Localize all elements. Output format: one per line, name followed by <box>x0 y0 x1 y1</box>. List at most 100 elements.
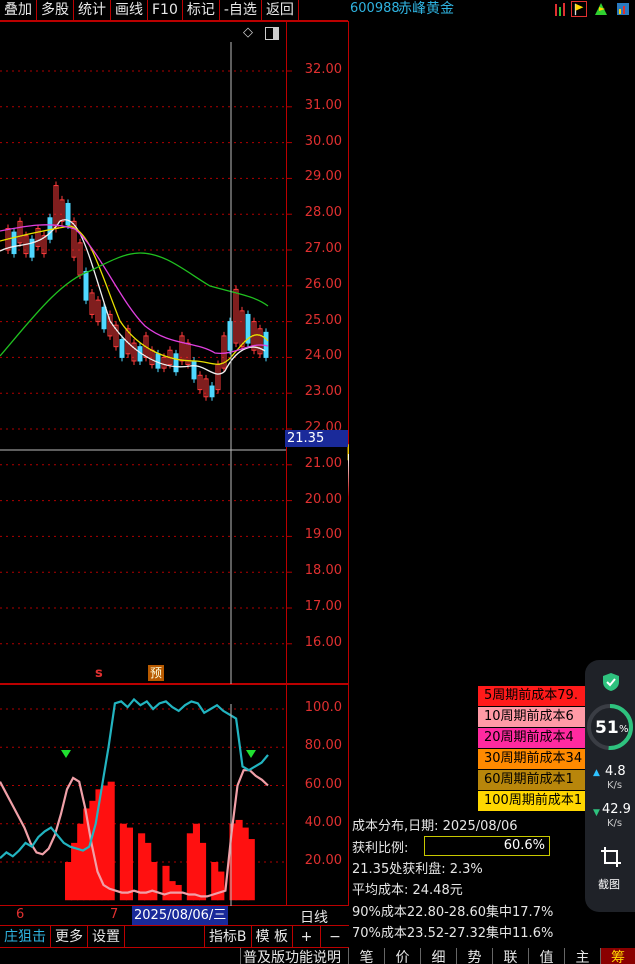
tab-bi[interactable]: 笔 <box>348 948 384 964</box>
price-tick-label: 28.00 <box>304 205 342 221</box>
candle-body <box>83 270 89 301</box>
indicator-bar <box>199 842 207 901</box>
candle-body <box>191 360 197 380</box>
indicator-bar <box>125 827 133 901</box>
tab-zhu[interactable]: 主 <box>564 948 600 964</box>
toolbar-remove-watchlist-button[interactable]: -自选 <box>220 0 262 21</box>
cyan-line <box>0 697 269 860</box>
indicator-bar <box>217 871 225 901</box>
upload-unit: K/s <box>607 780 623 791</box>
template-button[interactable]: 模 板 <box>252 926 293 948</box>
indicator-bar <box>71 842 79 901</box>
settings-button[interactable]: 设置 <box>88 926 125 948</box>
zoom-out-button[interactable]: − <box>321 926 349 948</box>
tab-shi[interactable]: 势 <box>456 948 492 964</box>
cursor-date-tag: 2025/08/06/三 <box>132 906 229 925</box>
chart-book-icon[interactable] <box>615 1 631 17</box>
price-tick-label: 16.00 <box>304 634 342 650</box>
legend-60: 60周期前成本1 <box>478 770 588 790</box>
tab-bar: 普及版功能说明 笔 价 细 势 联 值 主 筹 <box>0 948 635 964</box>
toolbar-draw-button[interactable]: 画线 <box>111 0 148 21</box>
toolbar-stats-button[interactable]: 统计 <box>74 0 111 21</box>
tab-zhi[interactable]: 值 <box>528 948 564 964</box>
signal-yu: 预 <box>148 665 164 681</box>
stock-name[interactable]: 赤峰黄金 <box>398 0 454 20</box>
tab-xi[interactable]: 细 <box>420 948 456 964</box>
period-daily-button[interactable]: 日线 <box>300 907 328 927</box>
indicator-b-button[interactable]: 指标B <box>203 926 252 948</box>
down-triangle <box>61 750 71 758</box>
legend-100: 100周期前成本1 <box>478 791 588 811</box>
download-unit: K/s <box>607 818 623 829</box>
upload-speed: 4.8 <box>605 764 626 779</box>
pink-line <box>0 769 269 898</box>
down-triangle <box>246 750 256 758</box>
candle-body <box>101 306 107 330</box>
indicator-bar <box>150 862 158 901</box>
price-tick-label: 29.00 <box>304 169 342 185</box>
download-arrow-icon: ▼ <box>593 808 600 818</box>
candle-body <box>47 217 53 240</box>
profit-ratio-bar: 60.6% <box>424 836 550 856</box>
signal-s: s <box>95 666 103 681</box>
diamond-icon[interactable]: ◇ <box>243 25 253 40</box>
indicator-bar <box>119 823 127 901</box>
price-tick-label: 20.00 <box>304 491 342 507</box>
indicator-bar <box>186 833 194 901</box>
tab-jia[interactable]: 价 <box>384 948 420 964</box>
legend-5: 5周期前成本79. <box>478 686 588 706</box>
price-tick-label: 30.00 <box>304 133 342 149</box>
toolbar-overlay-button[interactable]: 叠加 <box>0 0 37 21</box>
time-label-7: 7 <box>110 907 119 922</box>
price-tick-label: 27.00 <box>304 241 342 256</box>
cost-90: 90%成本22.80-28.60集中17.7% <box>352 905 554 920</box>
zhuang-sniper-button[interactable]: 庄狙击 <box>0 926 51 948</box>
toolbar-back-button[interactable]: 返回 <box>262 0 299 21</box>
screenshot-label[interactable]: 截图 <box>598 876 620 892</box>
indicator-tick-label: 100.0 <box>304 700 342 715</box>
cost-70: 70%成本23.52-27.32集中11.6% <box>352 926 554 941</box>
more-button[interactable]: 更多 <box>51 926 88 948</box>
indicator-bar <box>138 833 146 901</box>
price-tick-label: 31.00 <box>304 97 342 113</box>
indicator-bar <box>168 881 176 901</box>
legend-30: 30周期前成本34 <box>478 749 588 769</box>
toolbar-f10-button[interactable]: F10 <box>148 0 183 21</box>
indicator-tick-label: 40.00 <box>304 814 342 830</box>
tab-chou[interactable]: 筹 <box>600 948 635 964</box>
legend-10: 10周期前成本6 <box>478 707 588 727</box>
shield-check-icon[interactable] <box>602 672 620 692</box>
download-speed: 42.9 <box>602 802 631 817</box>
indicator-bar <box>77 823 85 901</box>
top-toolbar: 叠加 多股 统计 画线 F10 标记 -自选 返回 <box>0 0 348 21</box>
toolbar-mark-button[interactable]: 标记 <box>183 0 220 21</box>
signal-bars-icon[interactable] <box>553 1 569 17</box>
arrow-icon[interactable] <box>593 1 609 17</box>
panel-toggle-icon[interactable] <box>265 27 279 40</box>
crop-icon[interactable] <box>600 846 622 868</box>
stock-code: 600988 <box>350 1 400 16</box>
price-tick-label: 18.00 <box>304 563 342 579</box>
flag-icon[interactable] <box>571 1 587 17</box>
tab-lian[interactable]: 联 <box>492 948 528 964</box>
upload-arrow-icon: ▲ <box>593 768 600 778</box>
percent-value: 51 <box>595 718 619 738</box>
price-tick-label: 26.00 <box>304 276 342 292</box>
candle-body <box>11 231 17 255</box>
floating-speed-widget[interactable]: 51 % ▲ 4.8 K/s ▼ 42.9 K/s 截图 <box>585 660 635 912</box>
price-tick-label: 17.00 <box>304 599 342 614</box>
current-price-tag: 21.35 <box>285 430 348 447</box>
zoom-in-button[interactable]: + <box>293 926 321 948</box>
chip-date-line: 成本分布,日期: 2025/08/06 <box>352 819 518 834</box>
price-tick-label: 23.00 <box>304 384 342 400</box>
price-tick-label: 21.00 <box>304 455 342 471</box>
price-tick-label: 25.00 <box>304 312 342 328</box>
time-label-6: 6 <box>16 907 25 922</box>
toolbar-multi-stock-button[interactable]: 多股 <box>37 0 74 21</box>
candle-body <box>119 339 125 358</box>
profit-ratio-value: 60.6% <box>503 838 545 853</box>
profit-label: 获利比例: <box>352 841 409 856</box>
tab-help[interactable]: 普及版功能说明 <box>240 948 348 964</box>
price-tick-label: 32.00 <box>304 62 342 77</box>
indicator-bar <box>65 862 73 901</box>
